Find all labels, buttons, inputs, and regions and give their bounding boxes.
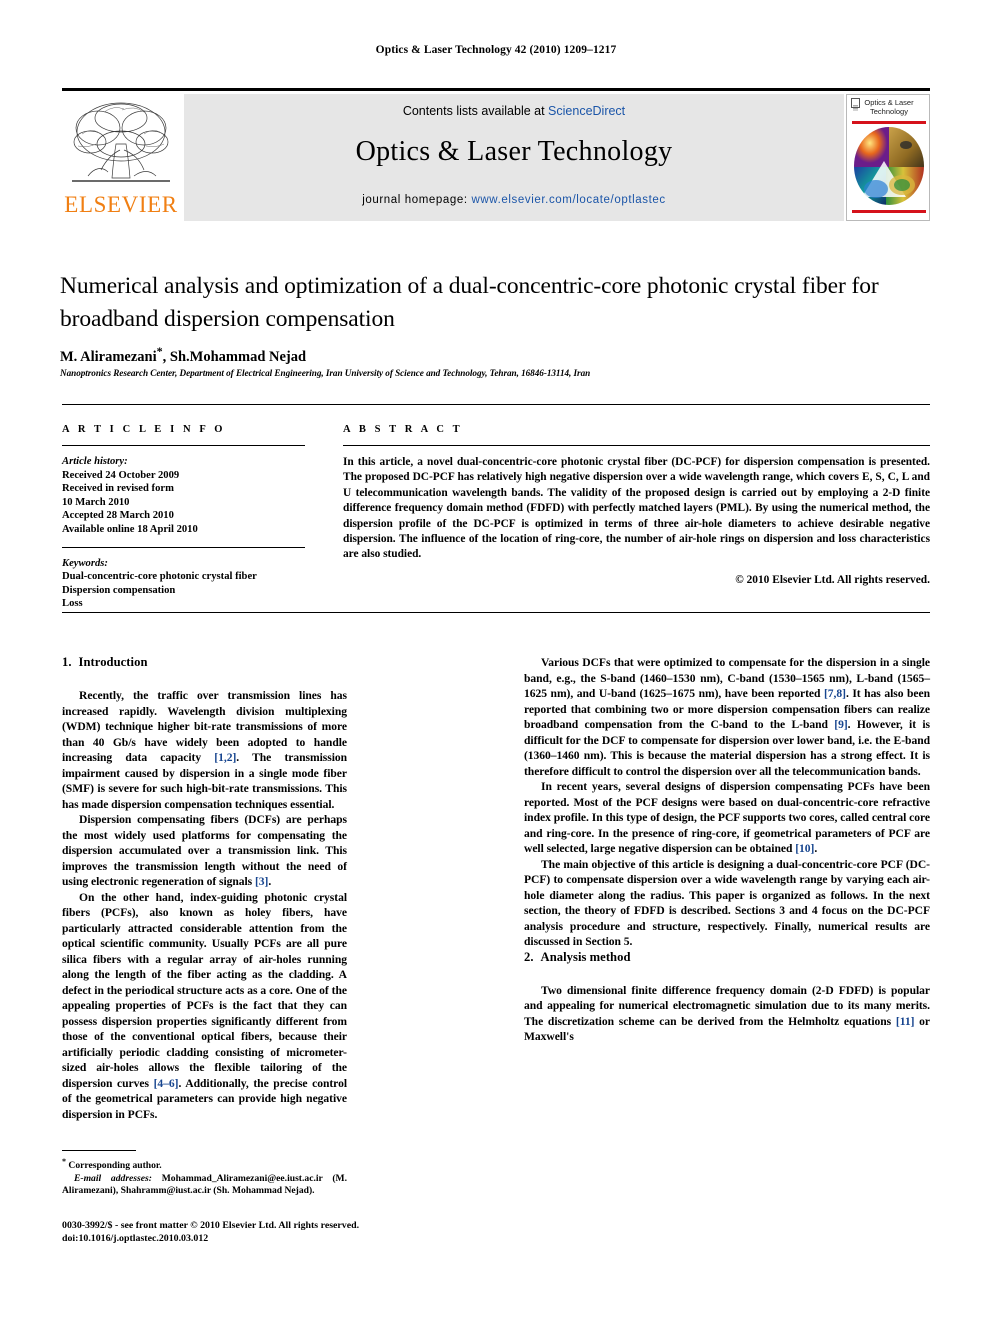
paragraph: Recently, the traffic over transmission … (62, 688, 347, 812)
history-item: Received in revised form (62, 483, 174, 495)
journal-title: Optics & Laser Technology (355, 136, 673, 167)
history-item: 10 March 2010 (62, 496, 130, 508)
contents-lists-line: Contents lists available at ScienceDirec… (184, 104, 844, 118)
section-number: 2. (524, 949, 534, 964)
elsevier-logo: ELSEVIER (62, 94, 180, 221)
running-head: Optics & Laser Technology 42 (2010) 1209… (375, 44, 617, 56)
citation-link[interactable]: [3] (255, 875, 268, 888)
body-column-right: Various DCFs that were optimized to comp… (524, 655, 930, 1045)
keyword-item: Dual-concentric-core photonic crystal fi… (62, 571, 257, 583)
citation-link[interactable]: [7,8] (824, 687, 846, 700)
issn-copyright-line: 0030-3992/$ - see front matter © 2010 El… (62, 1220, 360, 1231)
page-title: Numerical analysis and optimization of a… (60, 273, 879, 332)
cover-title-line2: Technology (870, 107, 908, 116)
paragraph: Dispersion compensating fibers (DCFs) ar… (62, 812, 347, 890)
citation-link[interactable]: [10] (795, 842, 814, 855)
author-first: M. Aliramezani (60, 348, 157, 365)
journal-homepage-link[interactable]: www.elsevier.com/locate/optlastec (471, 194, 665, 206)
contents-band: Contents lists available at ScienceDirec… (184, 94, 844, 221)
keywords-label: Keywords: (62, 557, 108, 569)
article-history-label: Article history: (62, 456, 128, 467)
paragraph-text: . (268, 875, 272, 888)
paragraph: In recent years, several designs of disp… (524, 779, 930, 857)
keywords-divider (62, 546, 305, 548)
email-note: E-mail addresses: Mohammad_Aliramezani@e… (62, 1173, 347, 1198)
paragraph: Two dimensional finite difference freque… (524, 983, 930, 1045)
paragraph: On the other hand, index-guiding photoni… (62, 890, 347, 1123)
section-title: Introduction (78, 655, 148, 669)
abstract-top-rule (62, 404, 930, 405)
elsevier-wordmark: ELSEVIER (64, 192, 178, 217)
cover-title-line1: Optics & Laser (864, 98, 914, 107)
abstract-column: A B S T R A C T In this article, a novel… (343, 424, 930, 586)
article-info-heading: A R T I C L E I N F O (62, 424, 226, 435)
abstract-text: In this article, a novel dual-concentric… (343, 456, 930, 561)
citation-link[interactable]: [1,2] (214, 751, 236, 764)
article-info-column: A R T I C L E I N F O Article history: R… (62, 424, 305, 611)
citation-link[interactable]: [4–6] (154, 1077, 179, 1090)
keyword-item: Loss (62, 598, 83, 610)
journal-masthead: ELSEVIER Contents lists available at Sci… (62, 88, 930, 221)
affiliation: Nanoptronics Research Center, Department… (60, 368, 591, 378)
abstract-bottom-rule (62, 612, 930, 613)
paragraph-text: On the other hand, index-guiding photoni… (62, 890, 347, 1090)
cover-red-bar-bottom (852, 210, 926, 213)
footnote-rule (62, 1150, 136, 1151)
colophon: 0030-3992/$ - see front matter © 2010 El… (62, 1219, 482, 1245)
section-heading-analysis-method: 2. Analysis method (524, 950, 930, 965)
corresponding-author-note: * Corresponding author. (62, 1156, 347, 1173)
history-item: Received 24 October 2009 (62, 469, 180, 481)
paragraph: Various DCFs that were optimized to comp… (524, 655, 930, 779)
section-title: Analysis method (540, 949, 631, 964)
author-list: M. Aliramezani*, Sh.Mohammad Nejad (60, 344, 940, 366)
journal-homepage-line: journal homepage: www.elsevier.com/locat… (184, 194, 844, 206)
tree-drawing (72, 102, 170, 182)
email-label: E-mail addresses: (74, 1172, 152, 1184)
history-item: Accepted 28 March 2010 (62, 510, 174, 522)
author-rest: , Sh.Mohammad Nejad (162, 348, 307, 365)
journal-cover-thumbnail[interactable]: Optics & Laser Technology (846, 94, 930, 221)
history-item: Available online 18 April 2010 (62, 523, 198, 535)
article-history-block: Article history: Received 24 October 200… (62, 455, 305, 537)
doi-line: doi:10.1016/j.optlastec.2010.03.012 (62, 1233, 209, 1245)
paper-page: Optics & Laser Technology 42 (2010) 1209… (0, 0, 992, 1323)
paragraph-text: Two dimensional finite difference freque… (524, 983, 930, 1028)
section-number: 1. (62, 655, 72, 669)
contents-prefix-text: Contents lists available at (402, 104, 549, 118)
keyword-item: Dispersion compensation (62, 584, 176, 596)
keywords-block: Keywords: Dual-concentric-core photonic … (62, 557, 305, 611)
paragraph-text: In recent years, several designs of disp… (524, 780, 930, 855)
cover-artwork (854, 127, 924, 205)
body-column-left: 1. Introduction Recently, the traffic ove… (62, 655, 347, 1122)
paragraph-text: The main objective of this article is de… (524, 857, 930, 949)
corresponding-author-text: Corresponding author. (68, 1160, 162, 1172)
citation-link[interactable]: [9] (834, 718, 847, 731)
citation-link[interactable]: [11] (896, 1015, 915, 1028)
cover-red-bar-top (852, 121, 926, 124)
article-info-divider (62, 445, 305, 446)
cover-title: Optics & Laser Technology (847, 98, 929, 116)
abstract-heading: A B S T R A C T (343, 424, 463, 435)
sciencedirect-link[interactable]: ScienceDirect (548, 104, 625, 118)
paragraph-text: Dispersion compensating fibers (DCFs) ar… (62, 813, 347, 888)
section-heading-introduction: 1. Introduction (62, 655, 347, 670)
abstract-copyright: © 2010 Elsevier Ltd. All rights reserved… (735, 573, 930, 586)
paragraph-text: . (814, 842, 818, 855)
abstract-divider (343, 445, 930, 446)
elsevier-tree-icon (68, 98, 174, 190)
footnote-block: * Corresponding author. E-mail addresses… (62, 1150, 347, 1198)
asterisk-icon: * (62, 1157, 66, 1166)
homepage-prefix-text: journal homepage: (362, 194, 472, 206)
paragraph: The main objective of this article is de… (524, 857, 930, 950)
